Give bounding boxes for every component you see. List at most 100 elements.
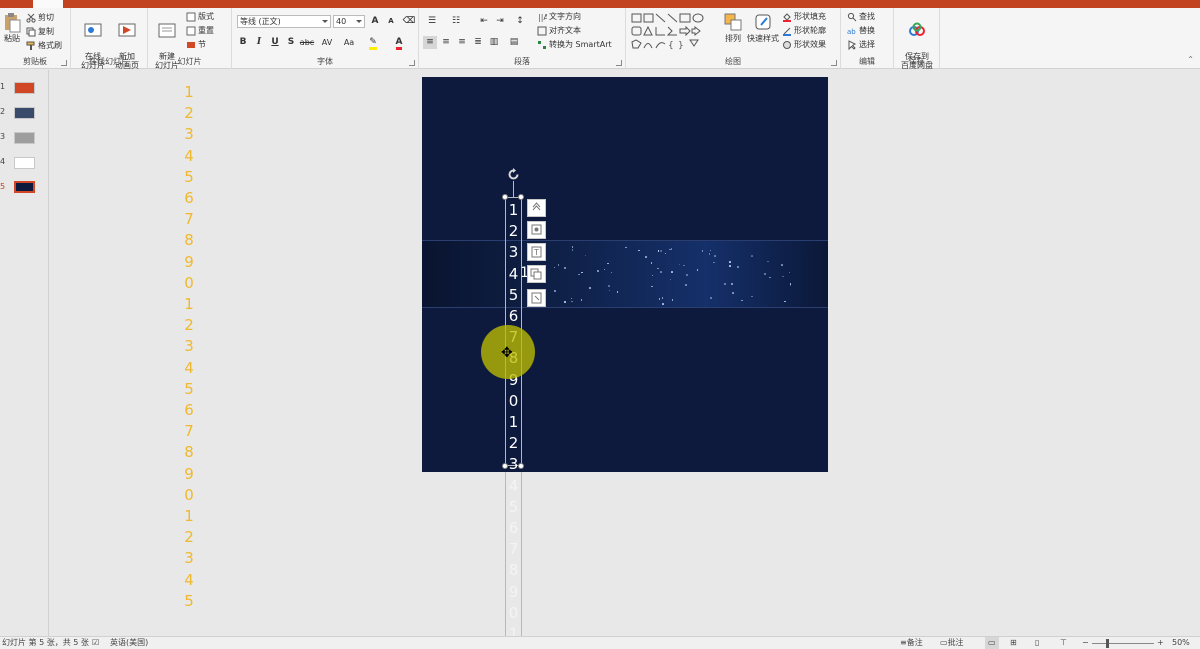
find-label: 查找 <box>859 12 875 21</box>
slide-thumbnail-2[interactable] <box>14 107 35 119</box>
crop-button[interactable] <box>527 289 546 307</box>
align-center-button[interactable]: ≡ <box>439 36 453 49</box>
increase-indent-icon: ⇥ <box>496 16 504 26</box>
strikethrough-button[interactable]: abc <box>298 36 316 49</box>
replace-button[interactable]: ab 替换 <box>847 25 875 37</box>
select-button[interactable]: 选择 <box>847 39 875 51</box>
format-painter-button[interactable]: 格式刷 <box>26 40 62 52</box>
text-options-button[interactable]: T <box>527 243 546 261</box>
font-color-button[interactable]: A <box>392 36 406 50</box>
new-slide-icon <box>157 21 177 41</box>
zoom-out-button[interactable]: − <box>1082 637 1089 649</box>
shadow-button[interactable]: S <box>284 36 298 49</box>
normal-view-button[interactable]: ▭ <box>985 637 999 649</box>
resize-handle-bottom-right[interactable] <box>518 463 524 469</box>
star-dot <box>713 261 715 264</box>
shape-effects-button[interactable]: 形状效果 <box>782 39 826 51</box>
resize-handle-bottom-left[interactable] <box>502 463 508 469</box>
paste-button[interactable]: 粘贴 <box>2 12 22 43</box>
font-size-combo[interactable]: 40 <box>333 15 365 28</box>
align-left-button[interactable]: ≡ <box>423 36 437 49</box>
shapes-gallery[interactable]: { } <box>630 12 710 52</box>
slide-thumbnail-1[interactable] <box>14 82 35 94</box>
reset-button[interactable]: 重置 <box>186 25 214 37</box>
line-spacing-button[interactable]: ↕ <box>513 15 527 28</box>
align-text-button[interactable]: 对齐文本 <box>537 25 581 37</box>
distributed-button[interactable]: ▥ <box>487 36 501 49</box>
number-item: 9 <box>184 252 194 271</box>
slideshow-view-button[interactable]: ⊤ <box>1060 637 1067 649</box>
grow-font-button[interactable]: A <box>368 15 382 28</box>
bullets-button[interactable]: ☰ <box>425 15 439 28</box>
section-button[interactable]: 节 <box>186 39 206 51</box>
collapse-ribbon-icon[interactable]: ⌃ <box>1187 55 1194 64</box>
bold-button[interactable]: B <box>236 36 250 49</box>
decrease-indent-button[interactable]: ⇤ <box>477 15 491 28</box>
rotate-handle-icon[interactable] <box>507 168 520 181</box>
section-icon <box>186 40 196 50</box>
star-dot <box>782 275 784 278</box>
spellcheck-icon[interactable]: ☑ <box>92 637 99 649</box>
align-right-button[interactable]: ≡ <box>455 36 469 49</box>
text-direction-button[interactable]: ||A 文字方向 <box>537 11 581 23</box>
starfield-banner-image[interactable] <box>422 240 828 308</box>
increase-indent-button[interactable]: ⇥ <box>493 15 507 28</box>
star-dot <box>769 276 772 279</box>
language-indicator[interactable]: 英语(美国) <box>110 637 148 649</box>
star-dot <box>557 264 560 266</box>
char-spacing-label: AV <box>321 38 333 47</box>
quick-styles-button[interactable]: 快速样式 <box>746 12 780 43</box>
drawing-launcher[interactable] <box>831 60 837 66</box>
font-group-label: 字体 <box>317 57 333 66</box>
tab-home[interactable] <box>33 0 63 8</box>
font-name-combo[interactable]: 等线 (正文) <box>237 15 331 28</box>
layout-options-button[interactable] <box>527 199 546 217</box>
char-spacing-button[interactable]: AV <box>318 36 336 49</box>
highlight-button[interactable]: ✎ <box>366 36 380 50</box>
vertical-scrollbar[interactable] <box>1190 70 1200 636</box>
underline-button[interactable]: U <box>268 36 282 49</box>
font-launcher[interactable] <box>409 60 415 66</box>
layout-button[interactable]: 版式 <box>186 11 214 23</box>
yellow-number-column[interactable]: 1 2 3 4 5 6 7 8 9 0 1 2 3 4 5 6 7 8 9 0 1 2 3 4 5 <box>182 82 196 612</box>
shape-outline-button[interactable]: 形状轮廓 <box>782 25 826 37</box>
comments-button[interactable]: ▭ 批注 <box>940 637 964 649</box>
selected-textbox-numbers[interactable]: 123456789012345678901 <box>505 200 522 645</box>
notes-button[interactable]: ≡ 备注 <box>900 637 923 649</box>
justify-button[interactable]: ≣ <box>471 36 485 49</box>
change-case-button[interactable]: Aa <box>340 36 358 49</box>
zoom-slider-thumb[interactable] <box>1106 639 1109 648</box>
paragraph-launcher[interactable] <box>616 60 622 66</box>
find-button[interactable]: 查找 <box>847 11 875 23</box>
clipboard-launcher[interactable] <box>61 60 67 66</box>
slide-thumbnail-3[interactable] <box>14 132 35 144</box>
cut-button[interactable]: 剪切 <box>26 12 54 24</box>
star-dot <box>671 299 674 301</box>
resize-handle-top-right[interactable] <box>518 194 524 200</box>
italic-button[interactable]: I <box>252 36 266 49</box>
clear-format-button[interactable]: ⌫ <box>402 15 416 28</box>
shrink-font-button[interactable]: A <box>384 15 398 28</box>
copy-format-button[interactable] <box>527 265 546 283</box>
columns-button[interactable]: ▤ <box>507 36 521 49</box>
slide-canvas[interactable]: 1 <box>422 77 828 472</box>
arrange-button[interactable]: 排列 <box>722 12 744 43</box>
resize-handle-top-left[interactable] <box>502 194 508 200</box>
online-slides-group-label: 在线幻灯片 <box>89 57 129 66</box>
decrease-indent-icon: ⇤ <box>480 16 488 26</box>
zoom-level[interactable]: 50% <box>1172 637 1190 649</box>
zoom-slider-track[interactable] <box>1092 643 1154 644</box>
slide-sorter-view-button[interactable]: ⊞ <box>1010 637 1017 649</box>
zoom-in-button[interactable]: + <box>1157 637 1164 649</box>
number-item: 2 <box>508 434 519 453</box>
numbering-button[interactable]: ☷ <box>449 15 463 28</box>
shape-fill-button[interactable]: 形状填充 <box>782 11 826 23</box>
convert-smartart-button[interactable]: 转换为 SmartArt <box>537 39 612 51</box>
star-dot <box>589 287 591 290</box>
style-options-button[interactable] <box>527 221 546 239</box>
scissors-icon <box>26 13 36 23</box>
slide-thumbnail-4[interactable] <box>14 157 35 169</box>
slide-thumbnail-5[interactable] <box>14 181 35 193</box>
reading-view-button[interactable]: ▯ <box>1035 637 1039 649</box>
copy-button[interactable]: 复制 <box>26 26 54 38</box>
